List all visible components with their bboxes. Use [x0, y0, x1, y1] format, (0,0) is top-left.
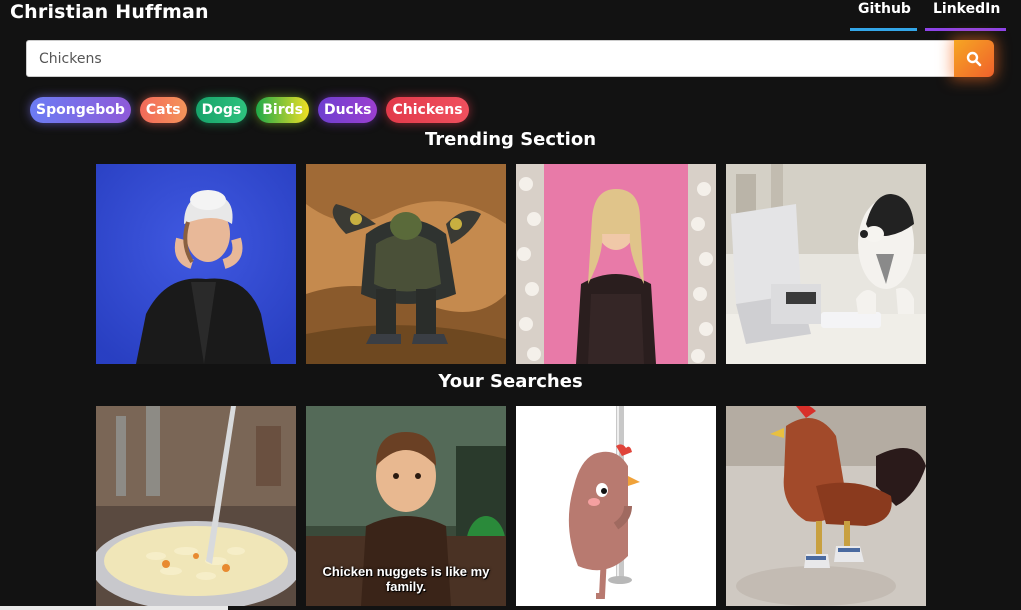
- nav-link-github[interactable]: Github: [850, 0, 917, 31]
- nav-link-linkedin[interactable]: LinkedIn: [925, 0, 1006, 31]
- trending-gif-3[interactable]: [516, 164, 716, 364]
- trending-gif-2[interactable]: [306, 164, 506, 364]
- top-nav: Github LinkedIn: [850, 0, 1006, 31]
- tag-ducks[interactable]: Ducks: [317, 97, 378, 123]
- search-button[interactable]: [954, 40, 994, 77]
- trending-gif-1[interactable]: [96, 164, 296, 364]
- trending-grid: [96, 164, 926, 364]
- search-gif-2[interactable]: Chicken nuggets is like my family.: [306, 406, 506, 606]
- horizontal-scrollbar[interactable]: [0, 606, 228, 610]
- search-gif-1[interactable]: [96, 406, 296, 606]
- search-bar: [26, 40, 994, 77]
- search-input[interactable]: [26, 40, 958, 77]
- trending-gif-4[interactable]: [726, 164, 926, 364]
- tag-spongebob[interactable]: Spongebob: [30, 97, 131, 123]
- trending-section-title: Trending Section: [424, 129, 597, 150]
- tag-cats[interactable]: Cats: [139, 97, 187, 123]
- search-icon: [966, 51, 982, 66]
- search-gif-4[interactable]: [726, 406, 926, 606]
- search-gif-3[interactable]: [516, 406, 716, 606]
- tag-chickens[interactable]: Chickens: [386, 97, 469, 123]
- tag-birds[interactable]: Birds: [256, 97, 309, 123]
- site-brand: Christian Huffman: [10, 1, 209, 23]
- quick-search-tags: Spongebob Cats Dogs Birds Ducks Chickens: [30, 97, 469, 123]
- searches-grid: Chicken nuggets is like my family.: [96, 406, 926, 606]
- searches-section-title: Your Searches: [438, 371, 583, 392]
- gif-caption: Chicken nuggets is like my family.: [322, 564, 490, 594]
- tag-dogs[interactable]: Dogs: [195, 97, 248, 123]
